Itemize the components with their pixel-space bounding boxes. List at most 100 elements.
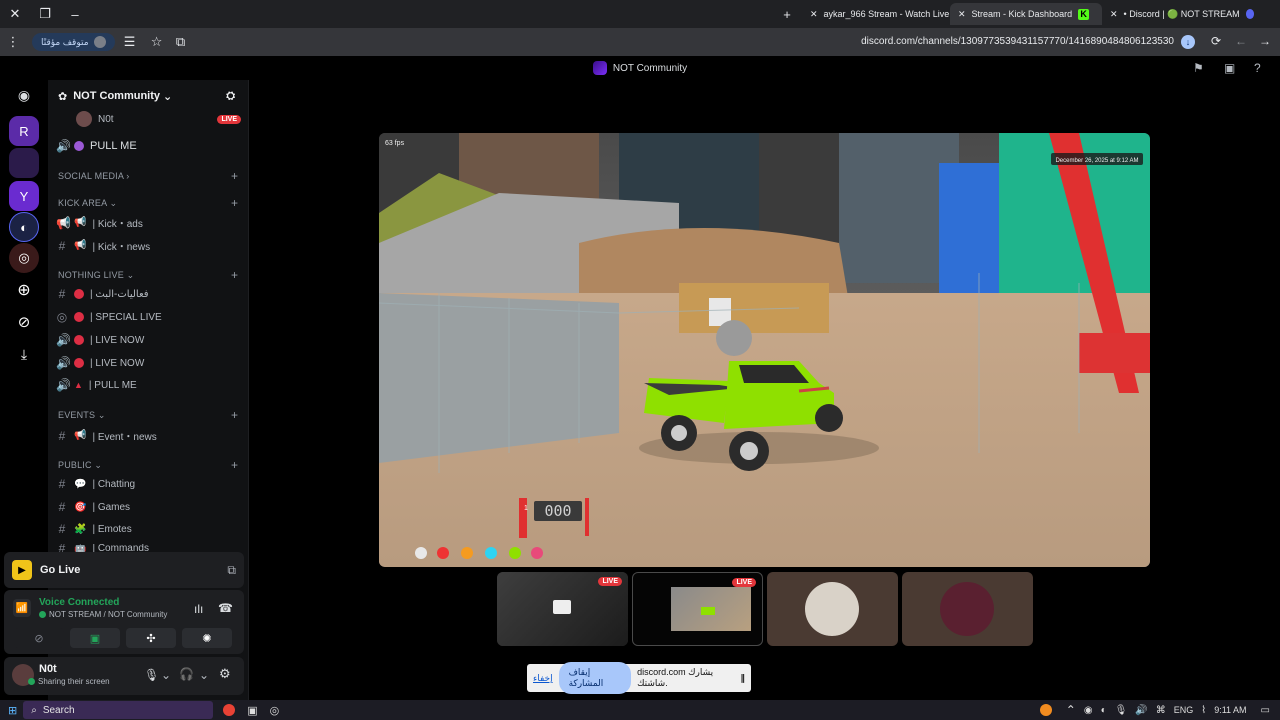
cast-icon[interactable]: ⧉ xyxy=(169,28,193,56)
tab-kick-stream[interactable]: ✕ aykar_966 Stream - Watch Live K xyxy=(802,3,950,25)
participant-tile[interactable] xyxy=(767,572,898,646)
channel-live-now-1[interactable]: 🔊 | LIVE NOW xyxy=(56,333,144,347)
wifi-icon[interactable]: ⌇ xyxy=(1201,705,1206,716)
tray-icon[interactable]: ◐ xyxy=(1101,705,1107,716)
taskbar-search[interactable]: ⌕ Search xyxy=(23,701,214,719)
tab-kick-dashboard[interactable]: ✕ Stream - Kick Dashboard K xyxy=(950,3,1102,25)
volume-icon[interactable]: 🔊 xyxy=(1135,705,1147,716)
add-channel-icon[interactable]: + xyxy=(231,458,238,472)
profile-paused-pill[interactable]: متوقف مؤقتًا xyxy=(32,33,115,51)
help-icon[interactable]: ? xyxy=(1254,61,1261,75)
tab-close-icon[interactable]: ✕ xyxy=(958,9,966,20)
tab-close-icon[interactable]: ✕ xyxy=(1110,9,1118,20)
chevron-down-icon[interactable]: ⌄ xyxy=(199,668,209,682)
stream-tile[interactable]: LIVE xyxy=(497,572,628,646)
tray-icon[interactable]: ◉ xyxy=(1084,705,1093,716)
add-channel-icon[interactable]: + xyxy=(231,408,238,422)
download-apps-icon[interactable]: ⤓ xyxy=(9,339,39,369)
channel-emotes[interactable]: # 🧩 | Emotes xyxy=(56,522,132,536)
download-icon[interactable]: ↓ xyxy=(1181,35,1195,49)
channel-pull-me[interactable]: 🔊 PULL ME xyxy=(56,139,137,153)
category-social-media[interactable]: SOCIAL MEDIA › xyxy=(58,171,130,181)
app-taskbar-icon[interactable]: ▣ xyxy=(247,704,257,717)
new-tab-icon[interactable]: + xyxy=(772,0,802,28)
category-label: EVENTS xyxy=(58,410,96,420)
channel-pull-me-2[interactable]: 🔊 ▲ | PULL ME xyxy=(56,378,137,392)
channel-games[interactable]: # 🎯 | Games xyxy=(56,500,130,514)
server-header[interactable]: ✿ NOT Community ⌄ ⛭ xyxy=(48,80,249,112)
stop-sharing-button[interactable]: إيقاف المشاركة xyxy=(558,662,632,694)
windows-start-icon[interactable]: ⊞ xyxy=(8,704,17,717)
close-window-icon[interactable]: ✕ xyxy=(0,0,30,28)
screen: ✕ ❐ – + ✕ aykar_966 Stream - Watch Live … xyxy=(0,0,1280,720)
go-live-panel[interactable]: ▶ Go Live ⧉ xyxy=(4,552,244,588)
category-nothing-live[interactable]: NOTHING LIVE ⌄ xyxy=(58,270,134,281)
channel-chatting[interactable]: # 💬 | Chatting xyxy=(56,477,135,491)
add-channel-icon[interactable]: + xyxy=(231,268,238,282)
weather-icon[interactable] xyxy=(1039,704,1052,716)
speaker-icon: 🔊 xyxy=(56,333,71,347)
server-icon[interactable]: Y xyxy=(9,181,39,211)
stream-video[interactable]: 000 1 63 fps December 26, 2025 at 9:12 A… xyxy=(379,133,1150,567)
server-icon[interactable] xyxy=(9,148,39,178)
star-icon[interactable]: ☆ xyxy=(145,28,169,56)
add-channel-icon[interactable]: + xyxy=(231,196,238,210)
category-events[interactable]: EVENTS ⌄ xyxy=(58,410,106,421)
settings-gear-icon[interactable]: ⚙ xyxy=(219,666,231,682)
chevron-down-icon[interactable]: ⌄ xyxy=(161,668,171,682)
hide-link[interactable]: إخفاء xyxy=(533,673,553,684)
soundboard-icon[interactable]: ılı xyxy=(194,602,203,616)
server-icon[interactable]: R xyxy=(9,116,39,146)
category-kick-area[interactable]: KICK AREA ⌄ xyxy=(58,198,117,209)
channel-events-ar[interactable]: # | فعاليات-البث xyxy=(56,287,149,301)
back-icon[interactable]: ← xyxy=(1235,34,1247,48)
inbox-icon[interactable]: ▣ xyxy=(1224,61,1235,75)
microphone-icon[interactable]: 🎙 xyxy=(144,668,159,682)
hud-bar xyxy=(519,498,527,538)
channel-live-now-2[interactable]: 🔊 | LIVE NOW xyxy=(56,356,144,370)
discord-home-icon[interactable]: ◉ xyxy=(9,80,39,110)
popout-icon[interactable]: ⧉ xyxy=(227,563,236,578)
forward-icon[interactable]: → xyxy=(1259,34,1271,48)
channel-kick-news[interactable]: # 📢 | Kick・news xyxy=(56,238,150,254)
notification-icon[interactable]: ▭ xyxy=(1261,705,1270,716)
voice-channel-label[interactable]: NOT STREAM / NOT Community xyxy=(39,610,167,619)
screen-share-button[interactable]: ▣ xyxy=(70,628,120,648)
add-channel-icon[interactable]: + xyxy=(231,169,238,183)
participant-tile[interactable] xyxy=(902,572,1033,646)
tab-close-icon[interactable]: ✕ xyxy=(810,9,818,20)
tab-discord[interactable]: ✕ • Discord | 🟢 NOT STREAM xyxy=(1102,3,1262,25)
app-taskbar-icon[interactable]: ◎ xyxy=(270,704,280,717)
reload-icon[interactable]: ⟳ xyxy=(1211,34,1221,48)
channel-kick-ads[interactable]: 📢 📢 | Kick・ads xyxy=(56,215,143,231)
category-public[interactable]: PUBLIC ⌄ xyxy=(58,460,102,471)
headphones-icon[interactable]: 🎧 xyxy=(179,667,194,681)
add-member-icon[interactable]: ⛭ xyxy=(226,90,235,103)
soundboard-button[interactable]: ✺ xyxy=(182,628,232,648)
tune-icon[interactable]: ☰ xyxy=(115,28,145,56)
channel-commands[interactable]: # 🤖 | Commands xyxy=(56,544,149,552)
server-icon[interactable]: ◐ xyxy=(9,212,39,242)
voice-user-row[interactable]: N0t LIVE xyxy=(76,111,241,127)
chevron-up-icon[interactable]: ⌃ xyxy=(1066,703,1076,717)
disconnect-icon[interactable]: ☎ xyxy=(218,601,233,615)
add-server-icon[interactable]: ⊕ xyxy=(9,275,39,305)
chrome-taskbar-icon[interactable] xyxy=(223,704,236,716)
server-icon[interactable]: ◎ xyxy=(9,243,39,273)
minimize-window-icon[interactable]: – xyxy=(60,0,90,28)
tray-icon[interactable]: ⌘ xyxy=(1156,705,1166,716)
language-indicator[interactable]: ENG xyxy=(1174,705,1194,715)
restore-window-icon[interactable]: ❐ xyxy=(30,0,60,28)
url-text[interactable]: discord.com/channels/1309773539431157770… xyxy=(861,36,1174,47)
clock[interactable]: 9:11 AM xyxy=(1214,705,1246,715)
menu-dots-icon[interactable]: ⋮ xyxy=(0,28,26,56)
channel-event-news[interactable]: # 📢 | Event・news xyxy=(56,428,157,444)
microphone-tray-icon[interactable]: 🎙 xyxy=(1115,705,1128,716)
pause-icon[interactable]: ∥ xyxy=(741,673,746,684)
stream-tile[interactable]: LIVE xyxy=(632,572,763,646)
discover-icon[interactable]: ⊘ xyxy=(9,307,39,337)
camera-off-button[interactable]: ⊘ xyxy=(14,628,64,648)
flag-icon[interactable]: ⚑ xyxy=(1193,61,1204,75)
channel-special-live[interactable]: ◎ | SPECIAL LIVE xyxy=(56,310,162,324)
activities-button[interactable]: ✣ xyxy=(126,628,176,648)
